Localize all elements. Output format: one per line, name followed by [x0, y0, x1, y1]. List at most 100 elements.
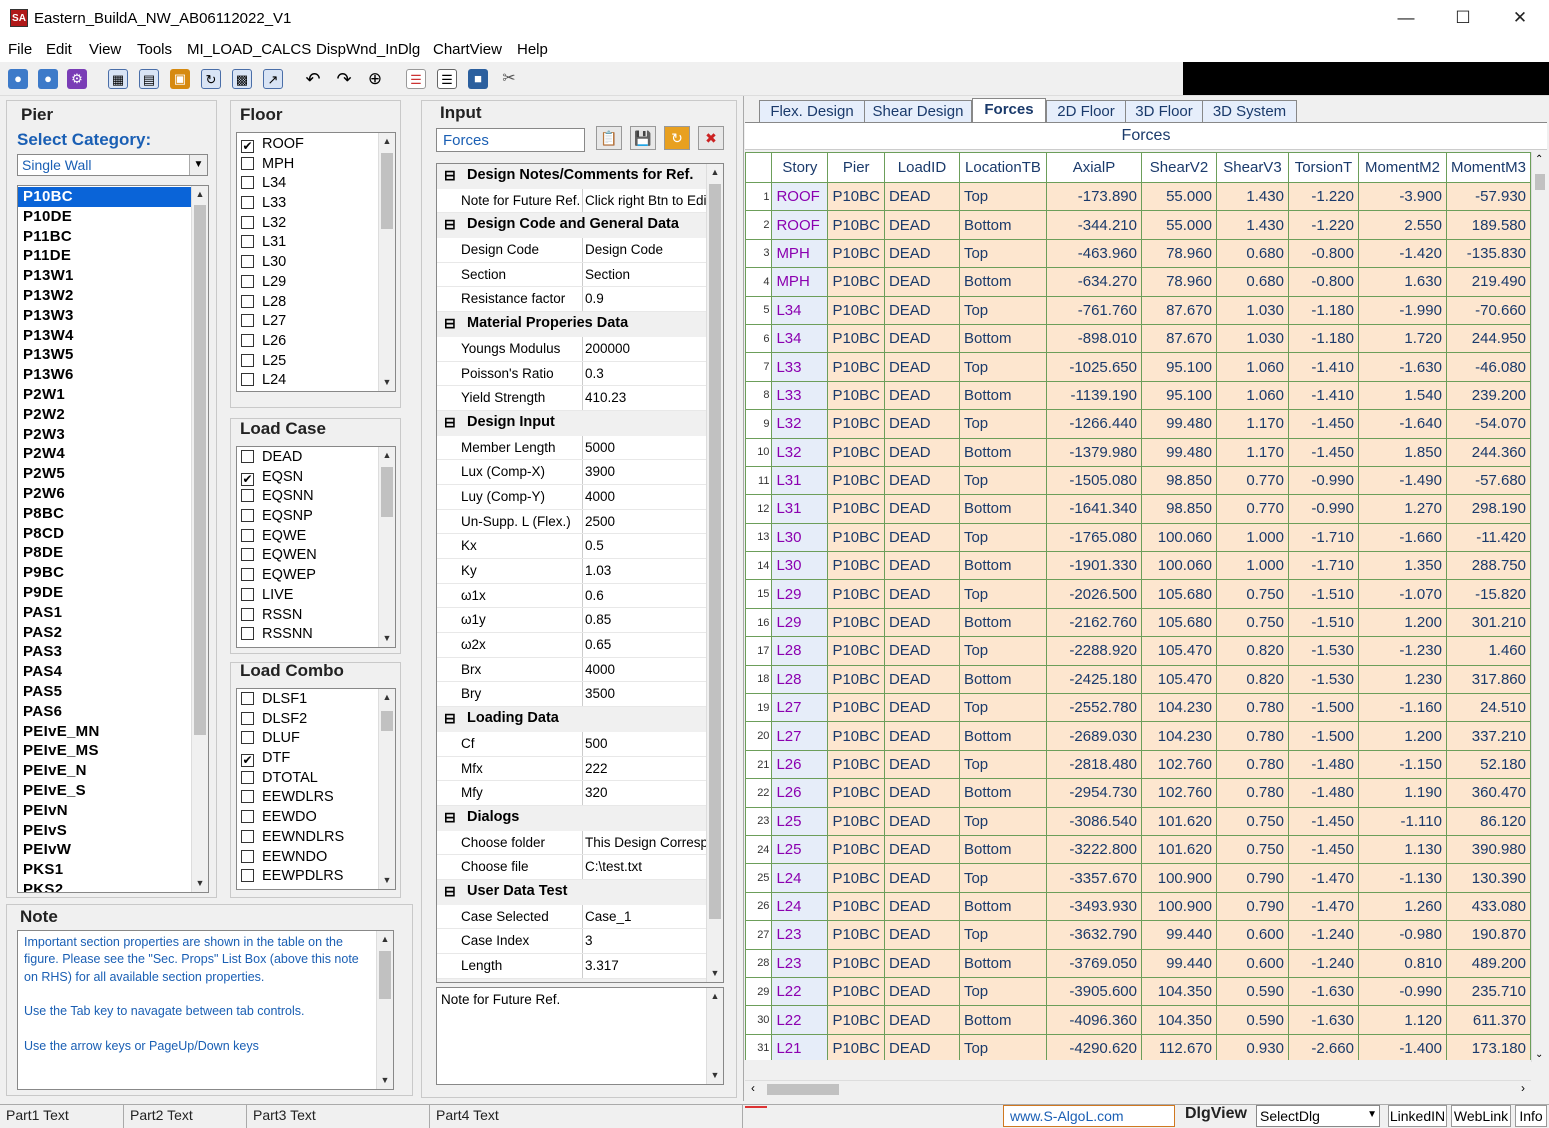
pier-item[interactable]: P13W4	[18, 326, 208, 346]
floor-item[interactable]: L33	[237, 194, 395, 214]
maximize-button[interactable]: ☐	[1434, 0, 1492, 38]
location-cell[interactable]: Bottom	[958, 210, 1047, 240]
property-value[interactable]: 0.6	[585, 588, 604, 603]
loadid-cell[interactable]: DEAD	[883, 352, 960, 382]
shearv3-cell[interactable]: 0.750	[1215, 607, 1289, 638]
momentm2-cell[interactable]: 0.810	[1357, 948, 1447, 978]
collapse-icon[interactable]: ⊟	[444, 167, 456, 184]
pier-cell[interactable]: P10BC	[827, 352, 885, 382]
pier-item[interactable]: P9DE	[18, 583, 208, 603]
shearv3-cell[interactable]: 1.430	[1215, 181, 1289, 212]
shearv2-cell[interactable]: 100.060	[1140, 551, 1217, 581]
momentm3-cell[interactable]: 288.750	[1445, 551, 1531, 581]
load-case-item[interactable]: RSSN	[237, 606, 395, 626]
pier-item[interactable]: P2W5	[18, 464, 208, 484]
torsion-cell[interactable]: -0.800	[1287, 267, 1359, 297]
pier-item[interactable]: PKS1	[18, 860, 208, 880]
checkbox[interactable]	[241, 156, 254, 170]
torsion-cell[interactable]: -1.530	[1287, 636, 1359, 666]
pier-item[interactable]: P8DE	[18, 543, 208, 563]
checkbox[interactable]	[241, 450, 254, 463]
property-row[interactable]: Ky 1.03	[437, 559, 707, 584]
momentm3-cell[interactable]: 1.460	[1445, 636, 1531, 666]
row-number[interactable]: 2	[745, 210, 773, 240]
property-value[interactable]: C:\test.txt	[585, 859, 642, 874]
location-cell[interactable]: Top	[958, 181, 1047, 212]
load-combo-scrollbar[interactable]: ▲ ▼	[378, 689, 395, 889]
property-value[interactable]: 222	[585, 761, 608, 776]
property-value[interactable]: 2500	[585, 514, 615, 529]
shearv3-cell[interactable]: 1.430	[1215, 210, 1289, 240]
row-number[interactable]: 29	[745, 976, 773, 1007]
momentm3-cell[interactable]: 489.200	[1445, 948, 1531, 978]
menu-edit[interactable]: Edit	[46, 41, 72, 58]
location-cell[interactable]: Bottom	[958, 778, 1047, 808]
pier-item[interactable]: P2W4	[18, 444, 208, 464]
story-cell[interactable]: L21	[771, 1033, 829, 1060]
property-row[interactable]: Bry 3500	[437, 682, 707, 708]
momentm2-cell[interactable]: -1.110	[1357, 806, 1447, 836]
checkbox[interactable]	[241, 528, 254, 542]
loadid-cell[interactable]: DEAD	[883, 1033, 960, 1060]
location-cell[interactable]: Top	[958, 579, 1047, 609]
shearv2-cell[interactable]: 102.760	[1140, 749, 1217, 780]
pier-list[interactable]: P10BC P10DE P11BC P11DE P13W1 P13W2 P13W3 P13W4…	[17, 185, 209, 893]
checkbox[interactable]	[241, 314, 254, 328]
story-cell[interactable]: L26	[771, 749, 829, 780]
pier-item[interactable]: P11BC	[18, 227, 208, 247]
page-icon[interactable]: ☰	[437, 69, 457, 89]
table-row[interactable]: 5 L34 P10BC DEAD Top -761.760 87.670 1.030 -1.18…	[745, 295, 1531, 325]
shearv3-cell[interactable]: 1.030	[1215, 295, 1289, 325]
location-cell[interactable]: Top	[958, 465, 1047, 496]
scroll-down-icon[interactable]: ⌄	[1535, 1049, 1543, 1060]
table-row[interactable]: 12 L31 P10BC DEAD Bottom -1641.340 98.850 0.770…	[745, 494, 1531, 524]
load-combo-item[interactable]: EEWDO	[237, 808, 395, 828]
pier-cell[interactable]: P10BC	[827, 636, 885, 666]
torsion-cell[interactable]: -1.240	[1287, 920, 1359, 950]
scroll-down-icon[interactable]: ▼	[192, 875, 208, 892]
collapse-icon[interactable]: ⊟	[444, 809, 456, 826]
torsion-cell[interactable]: -1.630	[1287, 976, 1359, 1007]
momentm2-cell[interactable]: -1.640	[1357, 409, 1447, 439]
momentm3-cell[interactable]: 611.370	[1445, 1005, 1531, 1035]
pier-item[interactable]: PAS4	[18, 662, 208, 682]
checkbox[interactable]	[241, 568, 254, 582]
checkbox[interactable]	[241, 770, 254, 784]
checkbox[interactable]	[241, 255, 254, 269]
pier-item[interactable]: PAS1	[18, 603, 208, 623]
axialp-cell[interactable]: -3769.050	[1045, 948, 1142, 978]
checkbox[interactable]	[241, 176, 254, 190]
loadid-cell[interactable]: DEAD	[883, 238, 960, 269]
story-cell[interactable]: L28	[771, 664, 829, 695]
table-row[interactable]: 4 MPH P10BC DEAD Bottom -634.270 78.960 0.680 -0…	[745, 267, 1531, 297]
shearv3-cell[interactable]: 1.000	[1215, 551, 1289, 581]
axialp-cell[interactable]: -1025.650	[1045, 352, 1142, 382]
torsion-cell[interactable]: -0.800	[1287, 238, 1359, 269]
shearv3-cell[interactable]: 0.600	[1215, 948, 1289, 978]
pier-item[interactable]: PAS5	[18, 682, 208, 702]
pier-cell[interactable]: P10BC	[827, 380, 885, 411]
row-number[interactable]: 8	[745, 380, 773, 411]
pier-cell[interactable]: P10BC	[827, 210, 885, 240]
property-row[interactable]: Length 3.317	[437, 954, 707, 979]
pier-cell[interactable]: P10BC	[827, 551, 885, 581]
momentm2-cell[interactable]: -1.630	[1357, 352, 1447, 382]
momentm3-cell[interactable]: 301.210	[1445, 607, 1531, 638]
shearv3-cell[interactable]: 0.780	[1215, 721, 1289, 751]
property-grid[interactable]: ⊟ Design Notes/Comments for Ref. Note for …	[436, 163, 724, 983]
chevron-down-icon[interactable]: ▼	[1367, 1109, 1377, 1120]
scroll-up-icon[interactable]: ▲	[379, 689, 395, 706]
momentm3-cell[interactable]: 235.710	[1445, 976, 1531, 1007]
shearv3-cell[interactable]: 1.060	[1215, 380, 1289, 411]
table-row[interactable]: 25 L24 P10BC DEAD Top -3357.670 100.900 0.790 -1…	[745, 863, 1531, 893]
property-row[interactable]: Poisson's Ratio 0.3	[437, 361, 707, 387]
load-case-item[interactable]: EQWE	[237, 527, 395, 547]
location-cell[interactable]: Top	[958, 238, 1047, 269]
property-row[interactable]: Case Index 3	[437, 929, 707, 954]
story-cell[interactable]: L31	[771, 465, 829, 496]
shearv2-cell[interactable]: 100.900	[1140, 863, 1217, 893]
loadid-cell[interactable]: DEAD	[883, 181, 960, 212]
scroll-right-icon[interactable]: ›	[1521, 1081, 1525, 1095]
location-cell[interactable]: Top	[958, 863, 1047, 893]
pier-cell[interactable]: P10BC	[827, 522, 885, 553]
